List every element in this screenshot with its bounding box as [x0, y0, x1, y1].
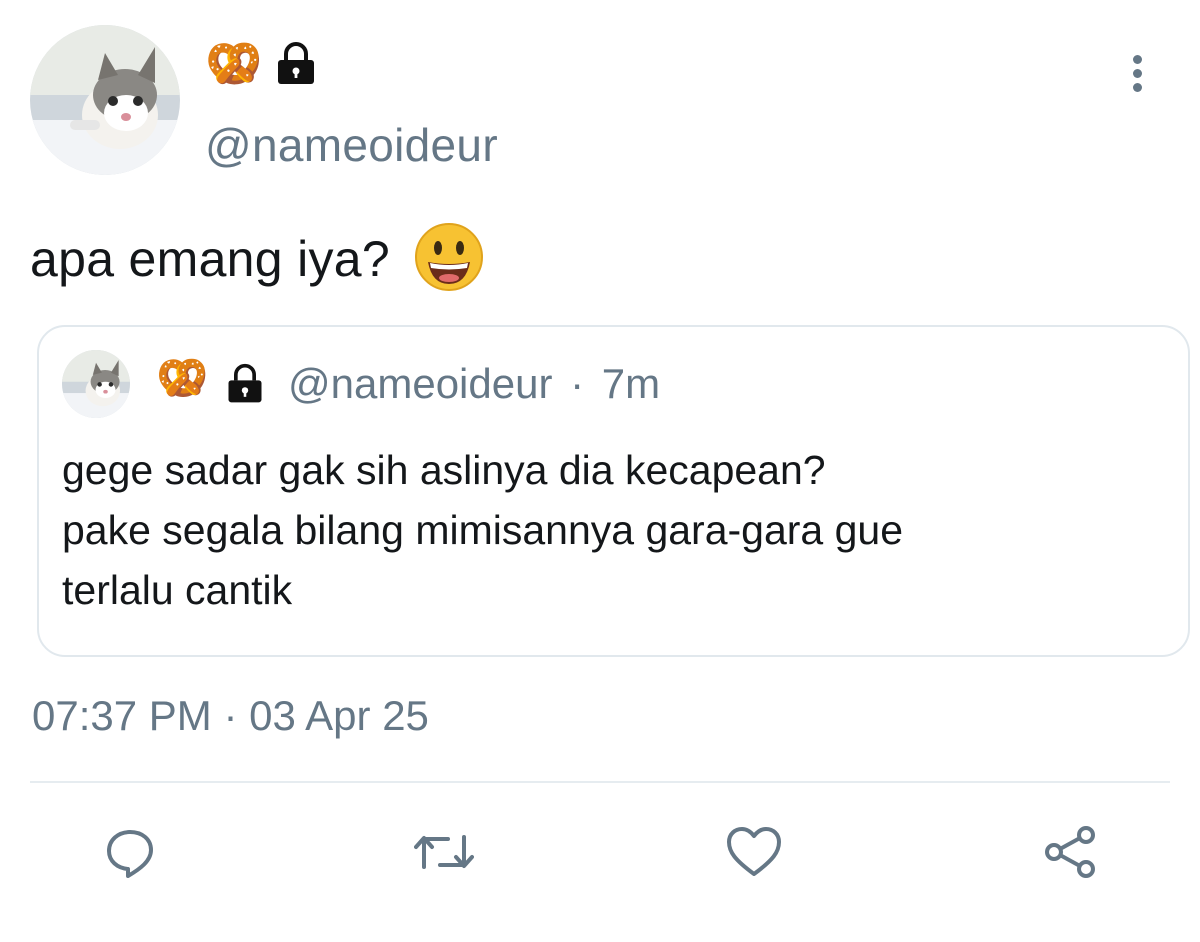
tweet-text: apa emang iya?: [30, 231, 391, 288]
reply-icon: [107, 830, 153, 878]
reply-button[interactable]: [100, 822, 160, 882]
cat-avatar-image: [62, 350, 130, 418]
tweet-text-row: apa emang iya?: [30, 222, 484, 304]
tweet-timestamp: 07:37 PM · 03 Apr 25: [32, 692, 429, 739]
divider: [30, 781, 1170, 783]
quote-separator: ·: [570, 360, 585, 407]
pretzel-emoji: 🥨: [156, 354, 209, 401]
share-button[interactable]: [1040, 822, 1100, 882]
like-button[interactable]: [724, 822, 784, 882]
quote-meta: @nameoideur · 7m: [288, 360, 660, 408]
quote-text: gege sadar gak sih aslinya dia kecapean?…: [62, 447, 904, 613]
heart-icon: [727, 827, 781, 876]
retweet-icon: [414, 835, 474, 869]
avatar[interactable]: [30, 25, 180, 175]
retweet-button[interactable]: [414, 822, 474, 882]
cat-avatar-image: [30, 25, 180, 175]
share-icon: [1045, 826, 1095, 878]
lock-icon: [272, 40, 320, 93]
lock-icon: [223, 362, 267, 411]
quote-time: 7m: [601, 360, 661, 407]
smiley-face-emoji: [414, 222, 484, 304]
pretzel-emoji: 🥨: [205, 37, 263, 89]
quote-avatar: [62, 350, 130, 418]
more-options-icon[interactable]: [1122, 55, 1152, 95]
user-handle[interactable]: @nameoideur: [205, 118, 498, 172]
quote-handle[interactable]: @nameoideur: [288, 360, 552, 407]
